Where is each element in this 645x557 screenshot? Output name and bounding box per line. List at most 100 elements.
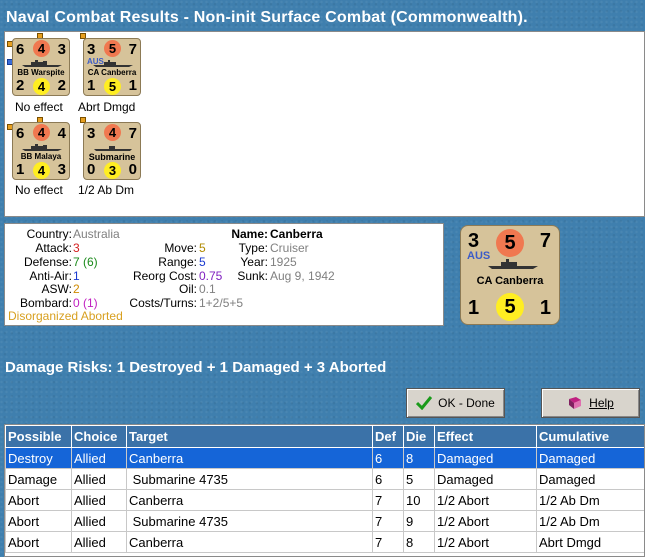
attack-label: Attack:	[35, 241, 72, 255]
reorg-label: Reorg Cost:	[132, 269, 197, 283]
year-label: Year:	[240, 255, 268, 269]
counter-value: 6	[16, 125, 25, 142]
help-label: Help	[589, 396, 614, 410]
help-button[interactable]: Help	[541, 388, 640, 418]
oil-value: 0.1	[199, 282, 216, 296]
cell-target: Canberra	[126, 489, 373, 511]
costs-label: Costs/Turns:	[129, 296, 197, 310]
counter-value: 0	[128, 161, 137, 178]
table-row[interactable]: Abort Allied Submarine 4735 7 9 1/2 Abor…	[5, 510, 644, 532]
range-label: Range:	[158, 255, 197, 269]
cell-die: 9	[403, 510, 435, 532]
unit-name: CA Canberra	[476, 275, 544, 287]
cell-cumulative: Damaged	[536, 468, 644, 490]
cell-die: 10	[403, 489, 435, 511]
table-row[interactable]: Abort Allied Canberra 7 8 1/2 Abort Abrt…	[5, 531, 644, 553]
column-header[interactable]: Def	[372, 425, 404, 448]
attack-value: 4	[104, 124, 121, 141]
unit-name: BB Warspite	[17, 68, 65, 77]
defense-label: Defense:	[23, 255, 72, 269]
cell-def: 6	[372, 447, 404, 469]
cell-choice: Allied	[71, 447, 127, 469]
table-row[interactable]: Abort Allied Canberra 7 10 1/2 Abort 1/2…	[5, 489, 644, 511]
attack-value: 4	[33, 40, 50, 57]
cell-possible: Abort	[5, 510, 72, 532]
type-value: Cruiser	[270, 241, 309, 255]
counter-value: 3	[87, 125, 96, 142]
cruiser-icon	[93, 60, 133, 67]
table-row[interactable]: Destroy Allied Canberra 6 8 Damaged Dama…	[5, 447, 644, 469]
column-header[interactable]: Cumulative	[536, 425, 644, 448]
cell-def: 7	[372, 531, 404, 553]
unit-counter[interactable]: 3 4 7 Submarine 0 3 0	[83, 122, 141, 180]
column-header[interactable]: Die	[403, 425, 435, 448]
cell-choice: Allied	[71, 510, 127, 532]
counter-value: 1	[87, 77, 96, 94]
cell-target: Canberra	[126, 447, 373, 469]
damage-results-table: Possible Choice Target Def Die Effect Cu…	[4, 424, 645, 557]
ok-done-label: OK - Done	[438, 396, 495, 410]
cell-target: Submarine 4735	[126, 510, 373, 532]
ok-done-button[interactable]: OK - Done	[406, 388, 505, 418]
status-text: Disorganized Aborted	[8, 309, 123, 323]
counter-value: 1	[16, 161, 25, 178]
counter-value: 3	[57, 161, 66, 178]
selected-unit-counter: 3 5 7 AUS CA Canberra 1 5 1	[460, 225, 560, 325]
cell-cumulative: Abrt Dmgd	[536, 531, 644, 553]
cell-die: 8	[403, 447, 435, 469]
move-label: Move:	[164, 241, 197, 255]
unit-counter[interactable]: 6 4 4 BB Malaya 1 4 3	[12, 122, 70, 180]
unit-counter[interactable]: 6 4 3 BB Warspite 2 4 2	[12, 38, 70, 96]
column-header[interactable]: Choice	[71, 425, 127, 448]
battleship-icon	[22, 144, 62, 151]
column-header[interactable]: Possible	[5, 425, 72, 448]
asw-value: 2	[73, 282, 80, 296]
column-header[interactable]: Target	[126, 425, 373, 448]
year-value: 1925	[270, 255, 297, 269]
type-label: Type:	[238, 241, 268, 255]
cell-target: Submarine 4735	[126, 468, 373, 490]
counter-value: 4	[57, 125, 66, 142]
cell-possible: Damage	[5, 468, 72, 490]
cruiser-icon	[488, 259, 538, 269]
counter-value: 1	[539, 297, 551, 319]
defense-value: 3	[104, 162, 121, 179]
name-label: Name:	[231, 227, 268, 241]
unit-counter[interactable]: 3 5 7 AUS CA Canberra 1 5 1	[83, 38, 141, 96]
unit-result: 1/2 Ab Dm	[78, 183, 135, 197]
checkmark-icon	[416, 396, 433, 410]
counter-value: 7	[128, 125, 137, 142]
cell-choice: Allied	[71, 489, 127, 511]
counter-value: 2	[16, 77, 25, 94]
unit-details-panel: Country: Australia Attack: 3 Defense: 7 …	[4, 223, 444, 326]
counter-value: 1	[128, 77, 137, 94]
unit-name: BB Malaya	[20, 152, 62, 161]
defense-value: 5	[104, 78, 121, 95]
battleship-icon	[22, 60, 62, 67]
cell-choice: Allied	[71, 468, 127, 490]
counter-value: 0	[87, 161, 96, 178]
attack-value: 5	[496, 229, 524, 257]
country-value: Australia	[73, 227, 120, 241]
submarine-icon	[94, 146, 132, 151]
cell-cumulative: Damaged	[536, 447, 644, 469]
cell-die: 8	[403, 531, 435, 553]
cell-effect: Damaged	[434, 468, 537, 490]
cell-possible: Destroy	[5, 447, 72, 469]
cell-cumulative: 1/2 Ab Dm	[536, 489, 644, 511]
counter-value: 2	[57, 77, 66, 94]
attack-value: 4	[33, 124, 50, 141]
cell-target: Canberra	[126, 531, 373, 553]
name-value: Canberra	[270, 227, 323, 241]
sunk-value: Aug 9, 1942	[270, 269, 335, 283]
cell-effect: 1/2 Abort	[434, 510, 537, 532]
bombard-label: Bombard:	[19, 296, 72, 310]
cell-def: 7	[372, 510, 404, 532]
defense-value: 7 (6)	[73, 255, 98, 269]
counter-value: 7	[539, 230, 551, 252]
antiair-value: 1	[73, 269, 80, 283]
window-title: Naval Combat Results - Non-init Surface …	[6, 9, 528, 26]
column-header[interactable]: Effect	[434, 425, 537, 448]
damage-risks-summary: Damage Risks: 1 Destroyed + 1 Damaged + …	[5, 359, 387, 376]
table-row[interactable]: Damage Allied Submarine 4735 6 5 Damaged…	[5, 468, 644, 490]
